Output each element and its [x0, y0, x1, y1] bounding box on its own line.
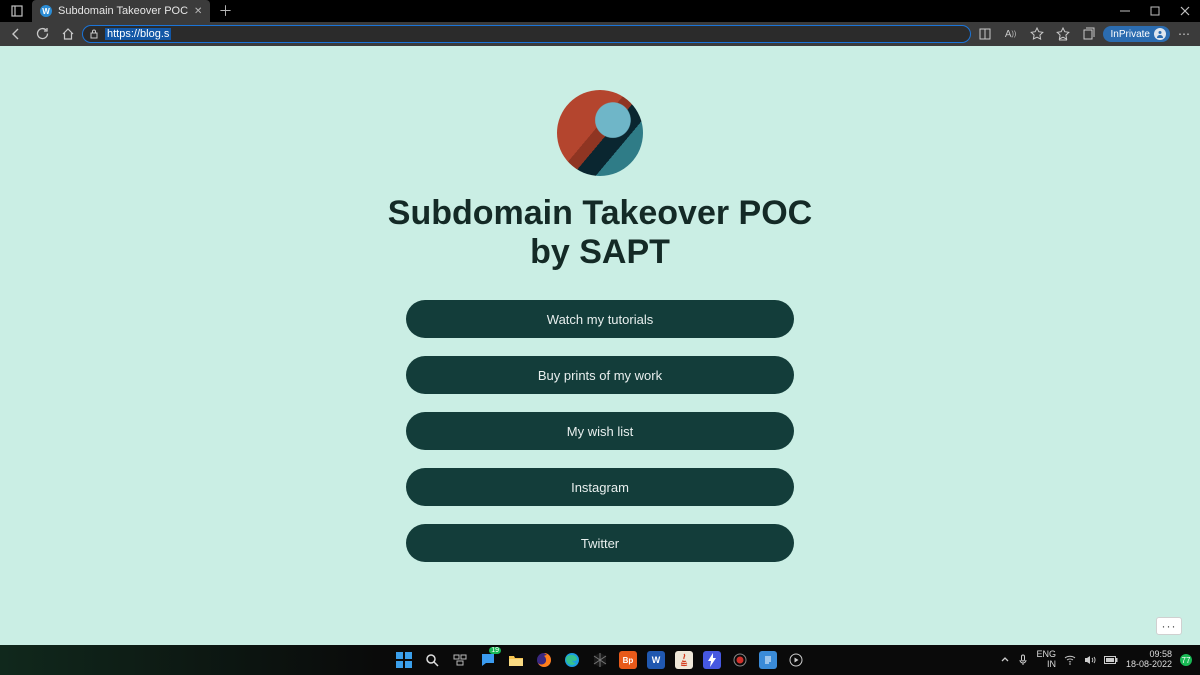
- edge-icon[interactable]: [563, 651, 581, 669]
- back-button[interactable]: [4, 23, 28, 45]
- collections-button[interactable]: [1077, 23, 1101, 45]
- more-button[interactable]: ⋯: [1172, 23, 1196, 45]
- url-text: https://blog.s: [105, 28, 171, 40]
- tray-overflow-icon[interactable]: [1000, 655, 1010, 665]
- page-title-line1: Subdomain Takeover POC: [388, 194, 812, 232]
- favorites-button[interactable]: [1051, 23, 1075, 45]
- clock[interactable]: 09:58 18-08-2022: [1126, 650, 1172, 670]
- refresh-button[interactable]: [30, 23, 54, 45]
- page-content: Subdomain Takeover POC by SAPT Watch my …: [0, 46, 1200, 562]
- system-tray: ENG IN 09:58 18-08-2022 77: [1000, 650, 1200, 670]
- mic-icon[interactable]: [1018, 654, 1028, 666]
- page-viewport: Subdomain Takeover POC by SAPT Watch my …: [0, 46, 1200, 645]
- lang-bottom: IN: [1036, 660, 1056, 670]
- app-chat-icon[interactable]: 19: [479, 651, 497, 669]
- app-media-icon[interactable]: [787, 651, 805, 669]
- app-zap-icon[interactable]: [703, 651, 721, 669]
- app-java-icon[interactable]: [675, 651, 693, 669]
- link-wish-list[interactable]: My wish list: [406, 412, 794, 450]
- enter-immersive-reader-button[interactable]: [973, 23, 997, 45]
- lock-icon: [89, 29, 99, 39]
- tab-strip: W Subdomain Takeover POC ✕ ＋: [0, 0, 236, 22]
- page-title-line2: by SAPT: [530, 233, 670, 271]
- start-button[interactable]: [395, 651, 413, 669]
- browser-tab[interactable]: W Subdomain Takeover POC ✕: [32, 0, 210, 22]
- link-instagram[interactable]: Instagram: [406, 468, 794, 506]
- language-indicator[interactable]: ENG IN: [1036, 650, 1056, 670]
- add-favorite-button[interactable]: [1025, 23, 1049, 45]
- link-buy-prints[interactable]: Buy prints of my work: [406, 356, 794, 394]
- link-watch-tutorials[interactable]: Watch my tutorials: [406, 300, 794, 338]
- window-controls: [1110, 0, 1200, 22]
- address-bar[interactable]: https://blog.s: [82, 25, 971, 43]
- maximize-button[interactable]: [1140, 0, 1170, 22]
- app-notes-icon[interactable]: [759, 651, 777, 669]
- profile-avatar: [557, 90, 643, 176]
- app-burp-icon[interactable]: Bp: [619, 651, 637, 669]
- inprivate-indicator[interactable]: InPrivate: [1103, 26, 1170, 42]
- wifi-icon[interactable]: [1064, 655, 1076, 665]
- read-aloud-button[interactable]: A)): [999, 23, 1023, 45]
- search-button[interactable]: [423, 651, 441, 669]
- page-title: Subdomain Takeover POC by SAPT: [388, 194, 812, 272]
- tab-actions-button[interactable]: [6, 0, 28, 22]
- battery-icon[interactable]: [1104, 656, 1118, 664]
- link-twitter[interactable]: Twitter: [406, 524, 794, 562]
- volume-icon[interactable]: [1084, 655, 1096, 665]
- page-menu-button[interactable]: ···: [1156, 617, 1182, 635]
- app-record-icon[interactable]: [731, 651, 749, 669]
- profile-icon: [1154, 28, 1166, 40]
- wordpress-icon: W: [40, 5, 52, 17]
- tab-title: Subdomain Takeover POC: [58, 5, 188, 17]
- browser-chrome: W Subdomain Takeover POC ✕ ＋: [0, 0, 1200, 46]
- titlebar: W Subdomain Takeover POC ✕ ＋: [0, 0, 1200, 22]
- notification-badge[interactable]: 77: [1180, 654, 1192, 666]
- taskbar-center: 19 Bp W: [395, 651, 805, 669]
- home-button[interactable]: [56, 23, 80, 45]
- close-window-button[interactable]: [1170, 0, 1200, 22]
- file-explorer-icon[interactable]: [507, 651, 525, 669]
- app-word-icon[interactable]: W: [647, 651, 665, 669]
- close-icon[interactable]: ✕: [194, 6, 202, 17]
- app-unity-icon[interactable]: [591, 651, 609, 669]
- taskbar: 19 Bp W: [0, 645, 1200, 675]
- link-list: Watch my tutorials Buy prints of my work…: [406, 300, 794, 562]
- task-view-button[interactable]: [451, 651, 469, 669]
- inprivate-label: InPrivate: [1111, 29, 1150, 40]
- firefox-icon[interactable]: [535, 651, 553, 669]
- new-tab-button[interactable]: ＋: [214, 0, 236, 22]
- clock-date: 18-08-2022: [1126, 660, 1172, 670]
- minimize-button[interactable]: [1110, 0, 1140, 22]
- toolbar: https://blog.s A)) InPrivate ⋯: [0, 22, 1200, 46]
